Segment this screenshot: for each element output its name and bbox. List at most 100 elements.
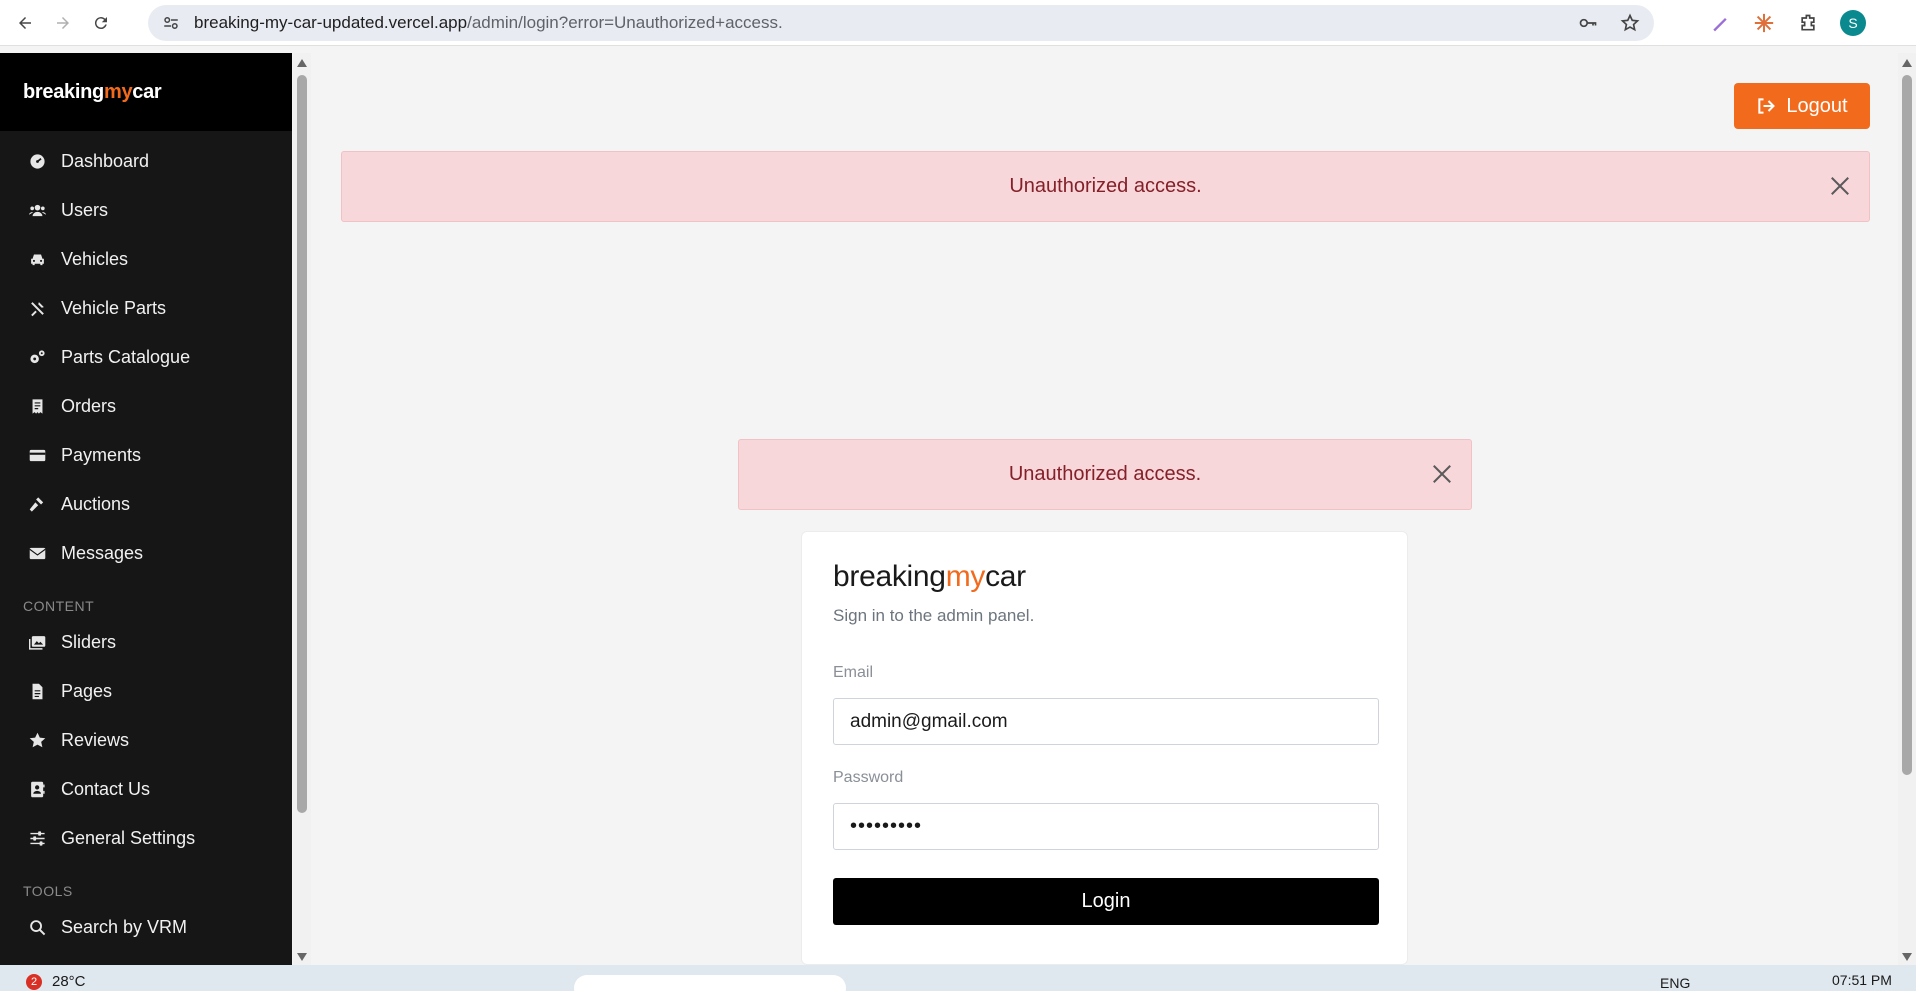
sidebar-item-contact-us[interactable]: Contact Us (0, 765, 292, 814)
close-icon[interactable] (1829, 175, 1851, 197)
password-key-icon[interactable] (1578, 13, 1598, 33)
temperature: 28°C (52, 973, 86, 990)
sidebar-item-payments[interactable]: Payments (0, 431, 292, 480)
car-icon (28, 251, 46, 269)
scroll-down-icon[interactable] (1902, 953, 1912, 961)
search-icon (28, 919, 46, 937)
weather-badge: 2 (26, 973, 42, 990)
brand-prefix: breaking (23, 80, 104, 103)
login-button[interactable]: Login (833, 878, 1379, 925)
sidebar-item-label: Search by VRM (61, 917, 188, 937)
forward-icon[interactable] (50, 10, 76, 36)
extensions-puzzle-icon[interactable] (1796, 11, 1820, 35)
sidebar-item-vehicles[interactable]: Vehicles (0, 235, 292, 284)
tools-icon (28, 300, 46, 318)
sidebar-brand-logo[interactable]: breaking my car (0, 53, 292, 131)
bookmark-star-icon[interactable] (1620, 13, 1640, 33)
password-field[interactable]: ••••••••• (833, 803, 1379, 850)
main-content: Logout Unauthorized access. Unauthorized… (312, 53, 1898, 965)
credit-card-icon (28, 447, 46, 465)
sidebar-item-sliders[interactable]: Sliders (0, 618, 292, 667)
gavel-icon (28, 496, 46, 514)
close-icon[interactable] (1431, 463, 1453, 485)
alert-message: Unauthorized access. (1008, 463, 1202, 485)
email-field[interactable]: admin@gmail.com (833, 698, 1379, 745)
sidebar-item-parts-catalogue[interactable]: Parts Catalogue (0, 333, 292, 382)
language-indicator[interactable]: ENG (1660, 975, 1690, 991)
taskbar-search[interactable] (574, 975, 846, 991)
receipt-icon (28, 398, 46, 416)
envelope-icon (28, 545, 46, 563)
brand-prefix: breaking (833, 560, 946, 593)
site-settings-icon[interactable] (162, 14, 180, 32)
sidebar-item-messages[interactable]: Messages (0, 529, 292, 578)
sidebar-item-dashboard[interactable]: Dashboard (0, 137, 292, 186)
sidebar-item-label: Orders (61, 396, 117, 416)
sidebar-item-label: Contact Us (61, 779, 151, 799)
logout-button[interactable]: Logout (1734, 83, 1870, 129)
sidebar-item-orders[interactable]: Orders (0, 382, 292, 431)
url-text: breaking-my-car-updated.vercel.app/admin… (194, 13, 783, 33)
users-icon (28, 202, 46, 220)
scroll-up-icon[interactable] (297, 59, 307, 67)
sparkle-extension-icon[interactable] (1752, 11, 1776, 35)
sidebar-item-label: Payments (61, 445, 142, 465)
browser-toolbar: breaking-my-car-updated.vercel.app/admin… (0, 0, 1916, 46)
address-book-icon (28, 781, 46, 799)
sidebar-section-content: CONTENT (23, 598, 95, 614)
brand-suffix: car (132, 80, 162, 103)
login-subtitle: Sign in to the admin panel. (833, 606, 1035, 625)
sign-out-icon (1756, 96, 1776, 116)
password-label: Password (833, 769, 904, 786)
sidebar-item-label: Sliders (61, 632, 117, 652)
sidebar-item-label: Users (61, 200, 109, 220)
sidebar-scroll-thumb[interactable] (297, 75, 307, 813)
scroll-down-icon[interactable] (297, 953, 307, 961)
weather-widget[interactable]: 2 28°C (26, 973, 86, 990)
login-card: breakingmycar Sign in to the admin panel… (801, 531, 1408, 965)
sidebar-item-general-settings[interactable]: General Settings (0, 814, 292, 863)
brand-my: my (945, 560, 986, 593)
logout-label: Logout (1786, 94, 1848, 117)
reload-icon[interactable] (88, 10, 114, 36)
sidebar-item-label: Pages (61, 681, 113, 701)
sliders-icon (28, 830, 46, 848)
sidebar-item-label: Messages (61, 543, 144, 563)
back-icon[interactable] (12, 10, 38, 36)
address-bar[interactable]: breaking-my-car-updated.vercel.app/admin… (148, 5, 1654, 41)
file-icon (28, 683, 46, 701)
star-icon (28, 732, 46, 750)
url-path: /admin/login?error=Unauthorized+access. (467, 13, 783, 32)
error-alert-banner: Unauthorized access. (341, 151, 1870, 222)
scroll-up-icon[interactable] (1902, 59, 1912, 67)
sidebar-item-label: Auctions (61, 494, 131, 514)
sidebar-item-vehicle-parts[interactable]: Vehicle Parts (0, 284, 292, 333)
brand-my: my (103, 80, 133, 103)
sidebar-item-search-by-vrm[interactable]: Search by VRM (0, 903, 292, 952)
sidebar-item-label: Dashboard (61, 151, 150, 171)
pen-extension-icon[interactable] (1708, 11, 1732, 35)
sidebar-item-label: General Settings (61, 828, 196, 848)
sidebar-item-users[interactable]: Users (0, 186, 292, 235)
sidebar-item-label: Vehicle Parts (61, 298, 167, 318)
images-icon (28, 634, 46, 652)
sidebar-item-label: Parts Catalogue (61, 347, 191, 367)
login-brand-logo: breakingmycar (833, 560, 1026, 594)
page-scroll-thumb[interactable] (1902, 75, 1912, 775)
sidebar-item-pages[interactable]: Pages (0, 667, 292, 716)
sidebar-section-tools: TOOLS (23, 883, 73, 899)
alert-message: Unauthorized access. (1009, 175, 1202, 197)
profile-avatar[interactable]: S (1840, 10, 1866, 36)
login-error-alert: Unauthorized access. (738, 439, 1472, 510)
sidebar-item-label: Vehicles (61, 249, 129, 269)
sidebar-item-auctions[interactable]: Auctions (0, 480, 292, 529)
sidebar-item-reviews[interactable]: Reviews (0, 716, 292, 765)
sidebar-scrollbar[interactable] (293, 53, 311, 965)
admin-sidebar: breaking my car Dashboard Users Vehicles V… (0, 53, 292, 965)
page-scrollbar[interactable] (1898, 53, 1916, 965)
clock[interactable]: 07:51 PM (1832, 972, 1892, 988)
gears-icon (28, 349, 46, 367)
os-taskbar: 2 28°C ENG 07:51 PM (0, 965, 1916, 991)
brand-suffix: car (985, 560, 1026, 593)
dashboard-icon (28, 153, 46, 171)
